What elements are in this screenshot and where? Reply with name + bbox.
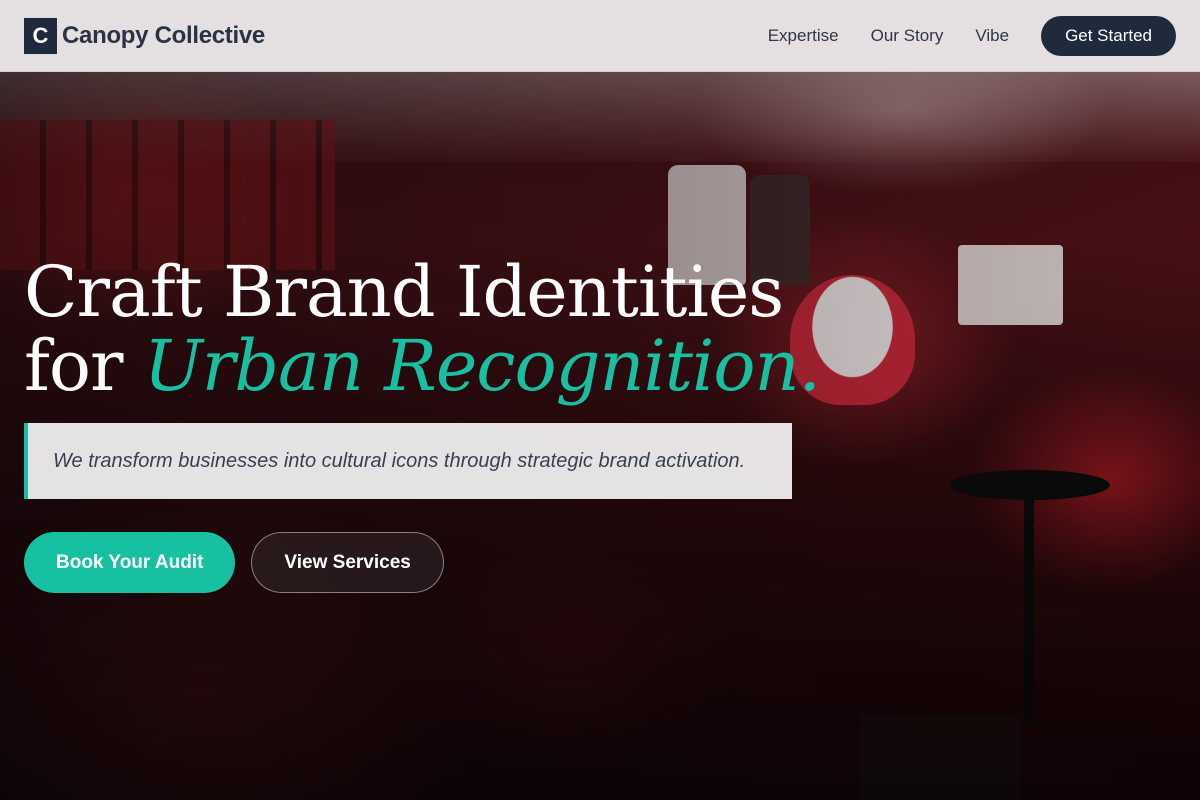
view-services-button[interactable]: View Services — [251, 532, 444, 593]
headline-for: for — [24, 325, 124, 407]
hero-section: Craft Brand Identities for Urban Recogni… — [24, 255, 824, 593]
nav-link-our-story[interactable]: Our Story — [871, 26, 944, 46]
logo-mark-icon: C — [24, 17, 57, 54]
hero-subtext: We transform businesses into cultural ic… — [53, 450, 746, 472]
headline-line-1: Craft Brand Identities — [24, 251, 784, 333]
main-nav: Expertise Our Story Vibe Get Started — [736, 15, 1176, 56]
book-audit-button[interactable]: Book Your Audit — [24, 532, 236, 593]
nav-link-expertise[interactable]: Expertise — [768, 26, 839, 46]
hero-headline: Craft Brand Identities for Urban Recogni… — [24, 255, 824, 403]
landing-page: C Canopy Collective Expertise Our Story … — [0, 0, 1200, 800]
brand-logo-link[interactable]: C Canopy Collective — [24, 17, 265, 54]
site-header: C Canopy Collective Expertise Our Story … — [0, 0, 1200, 72]
brand-name: Canopy Collective — [62, 21, 265, 49]
hero-subtext-box: We transform businesses into cultural ic… — [24, 423, 792, 499]
nav-link-vibe[interactable]: Vibe — [975, 26, 1009, 46]
get-started-button[interactable]: Get Started — [1041, 15, 1176, 56]
headline-accent: Urban Recognition. — [143, 325, 821, 407]
hero-buttons: Book Your Audit View Services — [24, 532, 824, 593]
